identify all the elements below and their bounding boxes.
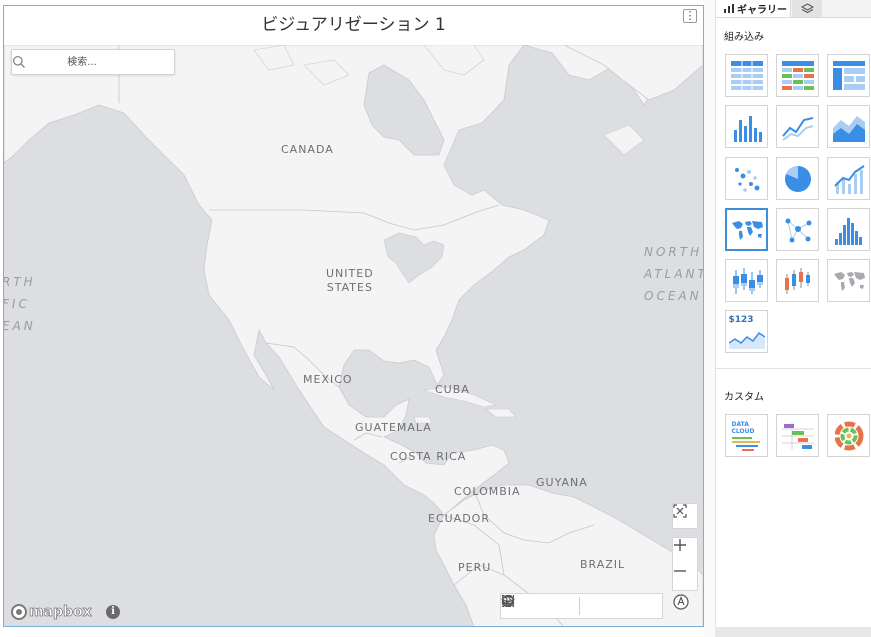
compass-control: [672, 593, 698, 619]
more-vertical-icon[interactable]: ⋮: [683, 9, 697, 23]
combo-chart-icon: [833, 164, 865, 194]
tile-kpi-chart[interactable]: $123: [725, 310, 768, 353]
minus-icon: [674, 570, 686, 572]
sunburst-chart-icon: [834, 421, 863, 450]
bar-chart-icon: [733, 115, 762, 142]
legend-list-icon[interactable]: [502, 594, 658, 618]
tab-gallery[interactable]: ギャラリー: [716, 0, 791, 17]
boxplot-chart-icon: [732, 267, 763, 294]
tile-pie-chart[interactable]: [776, 157, 819, 200]
pie-chart-icon: [784, 165, 811, 192]
mapbox-logo[interactable]: mapbox: [11, 603, 92, 621]
map-label-costa-rica: COSTA RICA: [390, 450, 467, 463]
lasso-select-icon[interactable]: [502, 594, 553, 618]
histogram-chart-icon: [834, 217, 862, 245]
tile-pivot-table[interactable]: [827, 54, 870, 97]
kpi-chart-icon: $123: [728, 314, 765, 349]
mapbox-logo-icon: [11, 604, 27, 620]
layers-icon: [800, 3, 814, 14]
tab-gallery-label: ギャラリー: [737, 5, 787, 16]
tile-bar-chart[interactable]: [725, 105, 768, 148]
gallery-tab-bar: ギャラリー: [716, 0, 871, 18]
heat-map-icon: [833, 271, 865, 291]
map-search-box[interactable]: [11, 49, 175, 75]
gantt-chart-icon: [781, 421, 814, 450]
data-cloud-icon: DATA CLOUD: [730, 421, 764, 451]
map-label-colombia: COLOMBIA: [454, 485, 521, 498]
plus-icon: [674, 539, 686, 551]
map-label-canada: CANADA: [281, 143, 334, 156]
tile-boxplot-chart[interactable]: [725, 259, 768, 302]
bar-chart-icon: [724, 4, 734, 13]
map-label-peru: PERU: [458, 561, 492, 574]
area-chart-icon: [832, 115, 865, 142]
map-geometry: [4, 45, 703, 626]
custom-section-label: カスタム: [724, 392, 764, 403]
gallery-panel: ギャラリー 組み込み $123 カスタム DATA CLOUD: [715, 0, 871, 637]
circle-select-icon[interactable]: [501, 594, 579, 618]
layers-icon[interactable]: [501, 594, 606, 618]
tile-line-chart[interactable]: [776, 105, 819, 148]
fit-bounds-control: [672, 503, 698, 529]
map-canvas[interactable]: CANADA UNITED STATES MEXICO CUBA GUATEMA…: [4, 45, 703, 626]
mapbox-logo-text: mapbox: [29, 604, 93, 621]
table-icon: [730, 60, 763, 91]
tile-area-chart[interactable]: [827, 105, 870, 148]
tile-scatter-chart[interactable]: [725, 157, 768, 200]
zoom-control: [672, 537, 698, 591]
tile-gantt-chart[interactable]: [776, 414, 819, 457]
map-label-guyana: GUYANA: [536, 476, 588, 489]
map-search-input[interactable]: [12, 50, 152, 74]
builtin-section-label: 組み込み: [724, 32, 764, 43]
tile-sunburst-chart[interactable]: [827, 414, 870, 457]
tile-heat-map[interactable]: [827, 259, 870, 302]
tile-data-cloud[interactable]: DATA CLOUD: [725, 414, 768, 457]
line-chart-icon: [781, 116, 813, 141]
data-cloud-text: DATA CLOUD: [731, 420, 755, 435]
map-label-north-atlantic-ocean: NORTH ATLANTIC OCEAN: [644, 245, 703, 303]
zoom-in-button[interactable]: [673, 538, 697, 564]
network-chart-icon: [785, 218, 811, 242]
map-label-brazil: BRAZIL: [580, 558, 626, 571]
fit-bounds-icon[interactable]: [673, 504, 697, 528]
map-label-united-states: UNITED STATES: [326, 267, 374, 294]
globe-icon[interactable]: [501, 594, 632, 618]
visualization-panel: ビジュアリゼーション 1 ⋮ CANADA UNITED STATES MEXI…: [3, 5, 704, 627]
pivot-table-icon: [832, 60, 865, 90]
kpi-tile-text: $123: [728, 314, 754, 325]
tile-candlestick-chart[interactable]: [776, 259, 819, 302]
map-label-mexico: MEXICO: [303, 373, 353, 386]
bottom-status-strip: [715, 627, 871, 637]
tile-colored-table[interactable]: [776, 54, 819, 97]
tab-layers[interactable]: [792, 0, 822, 17]
candlestick-chart-icon: [784, 267, 810, 294]
zoom-out-button[interactable]: [673, 564, 697, 590]
tile-map-chart[interactable]: [725, 208, 768, 251]
info-icon[interactable]: i: [106, 605, 120, 619]
section-divider: [716, 368, 871, 369]
panel-gutter: [704, 0, 715, 637]
tile-histogram-chart[interactable]: [827, 208, 870, 251]
tile-table[interactable]: [725, 54, 768, 97]
map-label-north-pacific-ocean: RTH FIC EAN: [4, 275, 36, 333]
map-label-cuba: CUBA: [435, 383, 470, 396]
tile-combo-chart[interactable]: [827, 157, 870, 200]
map-label-ecuador: ECUADOR: [428, 512, 490, 525]
map-label-guatemala: GUATEMALA: [355, 421, 432, 434]
world-map-icon: [731, 220, 763, 240]
map-selection-toolbar: [500, 593, 663, 619]
scatter-chart-icon: [734, 167, 759, 192]
visualization-title[interactable]: ビジュアリゼーション 1: [4, 6, 703, 45]
colored-table-icon: [781, 60, 814, 90]
compass-icon[interactable]: [672, 593, 698, 619]
tile-network-chart[interactable]: [776, 208, 819, 251]
search-icon[interactable]: [12, 55, 26, 69]
